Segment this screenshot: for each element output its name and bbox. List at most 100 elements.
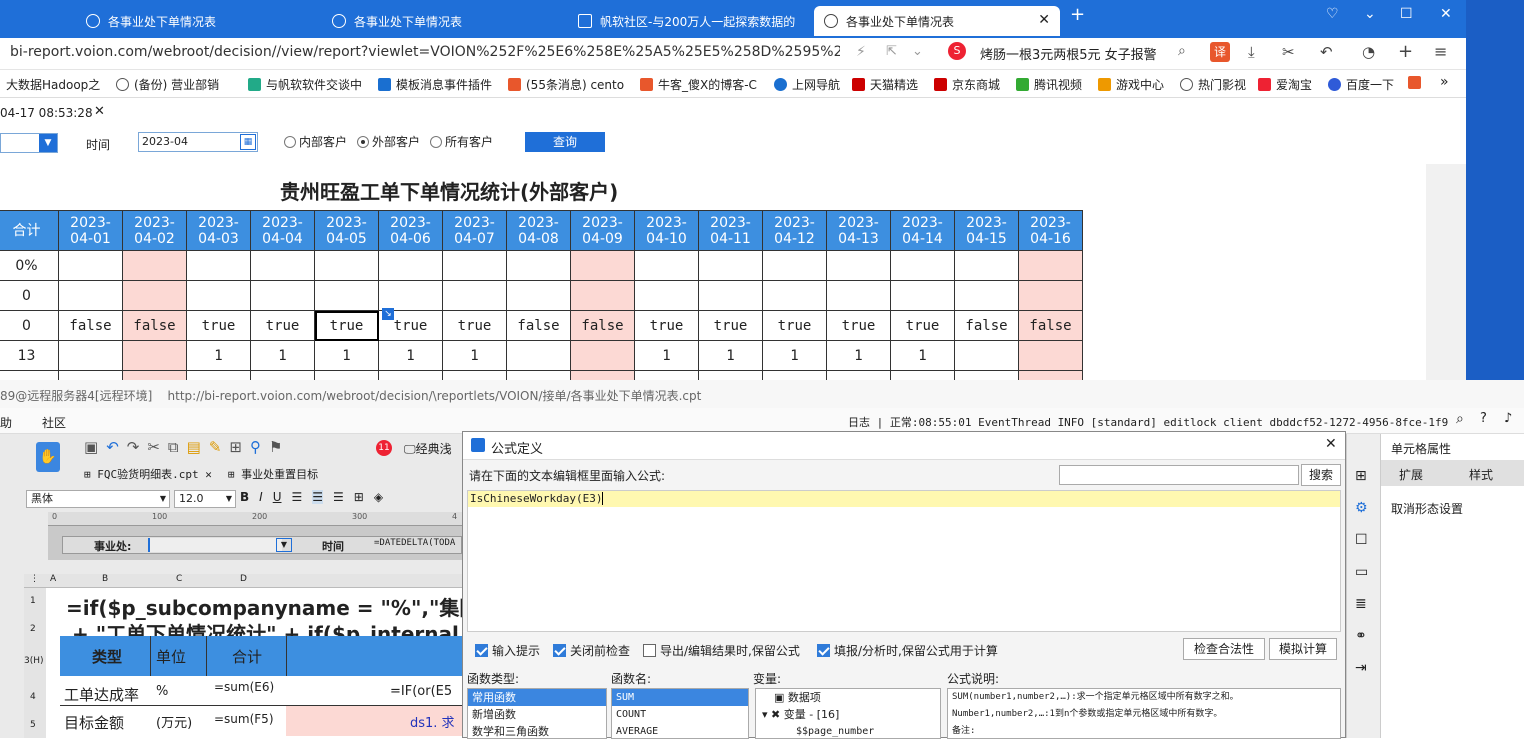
check-validity-button[interactable]: 检查合法性 xyxy=(1183,638,1265,660)
url-input[interactable]: bi-report.voion.com/webroot/decision//vi… xyxy=(10,44,840,60)
translate-icon[interactable]: 译 xyxy=(1210,42,1230,62)
flash-icon[interactable]: ⚡ xyxy=(856,44,866,60)
new-tab-button[interactable]: + xyxy=(1070,4,1085,25)
func-name-item[interactable]: SUM xyxy=(612,689,748,706)
close-icon[interactable]: ✕ xyxy=(1038,12,1050,28)
undo-icon[interactable]: ↶ xyxy=(106,438,119,460)
table-cell[interactable] xyxy=(570,340,635,371)
bookmark-2[interactable]: 与帆软软件交谈中 xyxy=(248,76,362,93)
file-tab-1[interactable]: ⊞ FQC验货明细表.cpt ✕ xyxy=(84,466,212,482)
bookmark-11[interactable]: 热门影视 xyxy=(1180,76,1246,93)
download-icon[interactable]: ⤓ xyxy=(1248,43,1255,61)
table-cell[interactable] xyxy=(762,280,827,311)
func-type-item[interactable]: 常用函数 xyxy=(468,689,606,706)
radio-all[interactable]: 所有客户 xyxy=(430,133,493,150)
close-icon[interactable]: ✕ xyxy=(94,104,105,119)
search-icon[interactable]: ⌕ xyxy=(1456,411,1464,427)
menu-community[interactable]: 社区 xyxy=(42,414,66,431)
undo-icon[interactable]: ↶ xyxy=(1320,43,1333,61)
table-cell[interactable] xyxy=(122,280,187,311)
table-cell[interactable] xyxy=(506,250,571,281)
table-cell[interactable] xyxy=(1018,280,1083,311)
bookmark-7[interactable]: 天猫精选 xyxy=(852,76,918,93)
checkbox-keep-formula-fill[interactable]: 填报/分析时,保留公式用于计算 xyxy=(817,642,998,659)
table-cell[interactable] xyxy=(570,280,635,311)
table-cell[interactable] xyxy=(698,280,763,311)
table-cell[interactable] xyxy=(954,280,1019,311)
bookmark-5[interactable]: 牛客_傻X的博客-C xyxy=(640,76,757,93)
table-cell[interactable] xyxy=(58,250,123,281)
fill-icon[interactable]: ◈ xyxy=(374,490,383,504)
table-cell[interactable] xyxy=(634,250,699,281)
table-cell[interactable] xyxy=(698,250,763,281)
help-icon[interactable]: ? xyxy=(1480,411,1487,426)
row-header-1[interactable]: 1 xyxy=(30,596,36,606)
grid-header-type[interactable]: 类型 xyxy=(92,646,122,667)
table-cell[interactable]: true xyxy=(826,310,891,341)
copy-icon[interactable]: ⧉ xyxy=(168,438,179,460)
file-tab-2[interactable]: ⊞ 事业处重置目标 xyxy=(228,466,318,482)
table-cell[interactable] xyxy=(58,340,123,371)
table-cell[interactable]: 1 xyxy=(698,340,763,371)
table-cell[interactable]: false xyxy=(58,310,123,341)
align-center-icon[interactable]: ☰ xyxy=(312,490,324,504)
align-left-icon[interactable]: ☰ xyxy=(292,490,303,504)
func-name-item[interactable]: COUNT xyxy=(612,706,748,723)
calendar-icon[interactable]: ▦ xyxy=(240,134,256,150)
table-cell[interactable] xyxy=(122,250,187,281)
paste-icon[interactable]: ▤ xyxy=(187,438,201,460)
table-cell[interactable]: false xyxy=(122,310,187,341)
tab-expand[interactable]: 扩展 xyxy=(1399,466,1423,483)
table-cell[interactable]: 1 xyxy=(762,340,827,371)
table-cell[interactable] xyxy=(954,340,1019,371)
bookmark-9[interactable]: 腾讯视频 xyxy=(1016,76,1082,93)
grid-cell-e4[interactable]: =IF(or(E5 xyxy=(390,684,452,699)
table-cell[interactable] xyxy=(826,250,891,281)
condition-icon[interactable]: ≣ xyxy=(1355,596,1367,612)
param-subcompany-input[interactable] xyxy=(148,538,282,552)
table-cell[interactable] xyxy=(954,250,1019,281)
table-cell[interactable] xyxy=(506,340,571,371)
search-icon[interactable]: ⌕ xyxy=(1178,43,1186,59)
table-cell[interactable]: 1 xyxy=(186,340,251,371)
subcompany-select[interactable]: ▼ xyxy=(0,133,58,153)
align-right-icon[interactable]: ☰ xyxy=(333,490,344,504)
preview-icon[interactable]: ⊞ xyxy=(229,438,242,460)
scissors-icon[interactable]: ✂ xyxy=(1282,43,1295,61)
table-cell[interactable] xyxy=(890,250,955,281)
bookmark-13[interactable]: 百度一下 xyxy=(1328,76,1394,93)
sogou-icon[interactable]: S xyxy=(948,42,966,60)
table-cell[interactable] xyxy=(1018,340,1083,371)
shirt-icon[interactable]: ♡ xyxy=(1326,6,1339,22)
bookmark-4[interactable]: (55条消息) cento xyxy=(508,76,624,93)
ad-text[interactable]: 烤肠一根3元两根5元 女子报警 xyxy=(980,44,1157,63)
grid-cell-d5[interactable]: =sum(F5) xyxy=(214,712,274,726)
italic-icon[interactable]: I xyxy=(259,490,263,504)
grid-header-unit[interactable]: 单位 xyxy=(156,646,186,667)
col-header-a[interactable]: A xyxy=(50,574,56,584)
table-cell[interactable]: true xyxy=(890,310,955,341)
menu-down-icon[interactable]: ⌄ xyxy=(1364,6,1376,22)
table-cell[interactable] xyxy=(58,280,123,311)
browser-tab-2[interactable]: 各事业处下单情况表 xyxy=(322,6,566,36)
table-cell[interactable]: false xyxy=(570,310,635,341)
table-cell[interactable] xyxy=(1018,250,1083,281)
var-item[interactable]: $$page_number xyxy=(756,723,940,738)
simulate-button[interactable]: 模拟计算 xyxy=(1269,638,1337,660)
table-cell[interactable]: false xyxy=(506,310,571,341)
table-cell[interactable] xyxy=(250,280,315,311)
col-header-c[interactable]: C xyxy=(176,574,182,584)
func-name-item[interactable]: AVERAGE xyxy=(612,723,748,738)
frame-icon[interactable]: ☐ xyxy=(1355,532,1368,548)
border-icon[interactable]: ⊞ xyxy=(354,490,364,504)
link-icon[interactable]: ⚭ xyxy=(1355,628,1367,644)
table-cell[interactable]: true xyxy=(634,310,699,341)
table-cell[interactable]: 1 xyxy=(314,340,379,371)
row-header-2[interactable]: 2 xyxy=(30,624,36,634)
table-cell[interactable] xyxy=(314,250,379,281)
chevron-down-icon[interactable]: ▼ xyxy=(39,134,57,152)
table-cell[interactable] xyxy=(762,250,827,281)
table-cell[interactable]: true xyxy=(250,310,315,341)
table-cell[interactable]: true xyxy=(762,310,827,341)
grid-header-total[interactable]: 合计 xyxy=(232,646,262,667)
